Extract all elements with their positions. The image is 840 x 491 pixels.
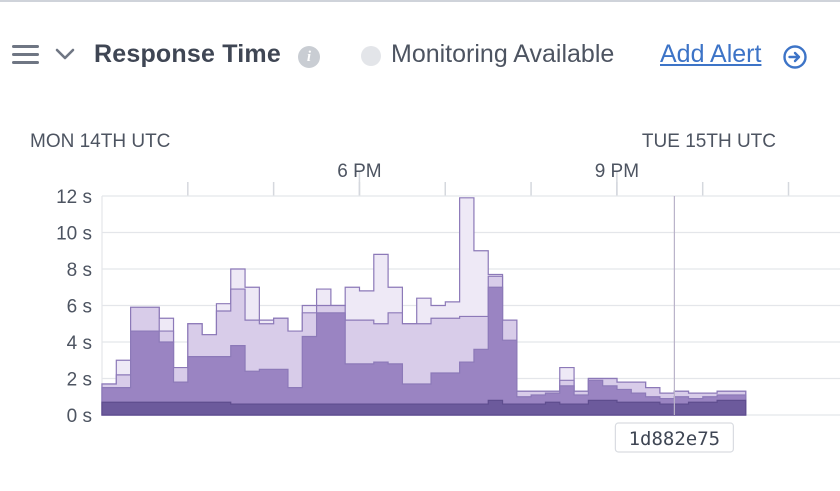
y-tick-label: 2 s: [67, 370, 92, 391]
y-tick-label: 8 s: [67, 260, 92, 281]
response-time-chart: MON 14TH UTCTUE 15TH UTC6 PM9 PM12 AM0 s…: [30, 131, 840, 453]
y-tick-label: 10 s: [56, 224, 92, 245]
chart-header: Response Time i Monitoring Available Add…: [0, 30, 840, 82]
monitoring-status: Monitoring Available: [391, 40, 615, 68]
y-tick-label: 6 s: [67, 297, 92, 318]
day-label: MON 14TH UTC: [30, 131, 170, 152]
chevron-down-icon[interactable]: [52, 41, 78, 67]
arrow-right-circle-icon[interactable]: [782, 44, 808, 70]
drag-handle-icon[interactable]: [12, 45, 39, 67]
add-alert-link[interactable]: Add Alert: [660, 40, 761, 69]
x-tick-label: 6 PM: [337, 161, 381, 182]
y-tick-label: 4 s: [67, 333, 92, 354]
top-border: [0, 0, 840, 2]
status-dot-icon: [361, 46, 381, 66]
info-icon[interactable]: i: [298, 46, 320, 68]
y-tick-label: 0 s: [67, 406, 92, 427]
annotation-label: 1d882e75: [629, 428, 721, 450]
day-label: TUE 15TH UTC: [642, 131, 776, 152]
y-tick-label: 12 s: [56, 187, 92, 208]
chart-title: Response Time: [94, 40, 281, 68]
x-tick-label: 9 PM: [595, 161, 639, 182]
